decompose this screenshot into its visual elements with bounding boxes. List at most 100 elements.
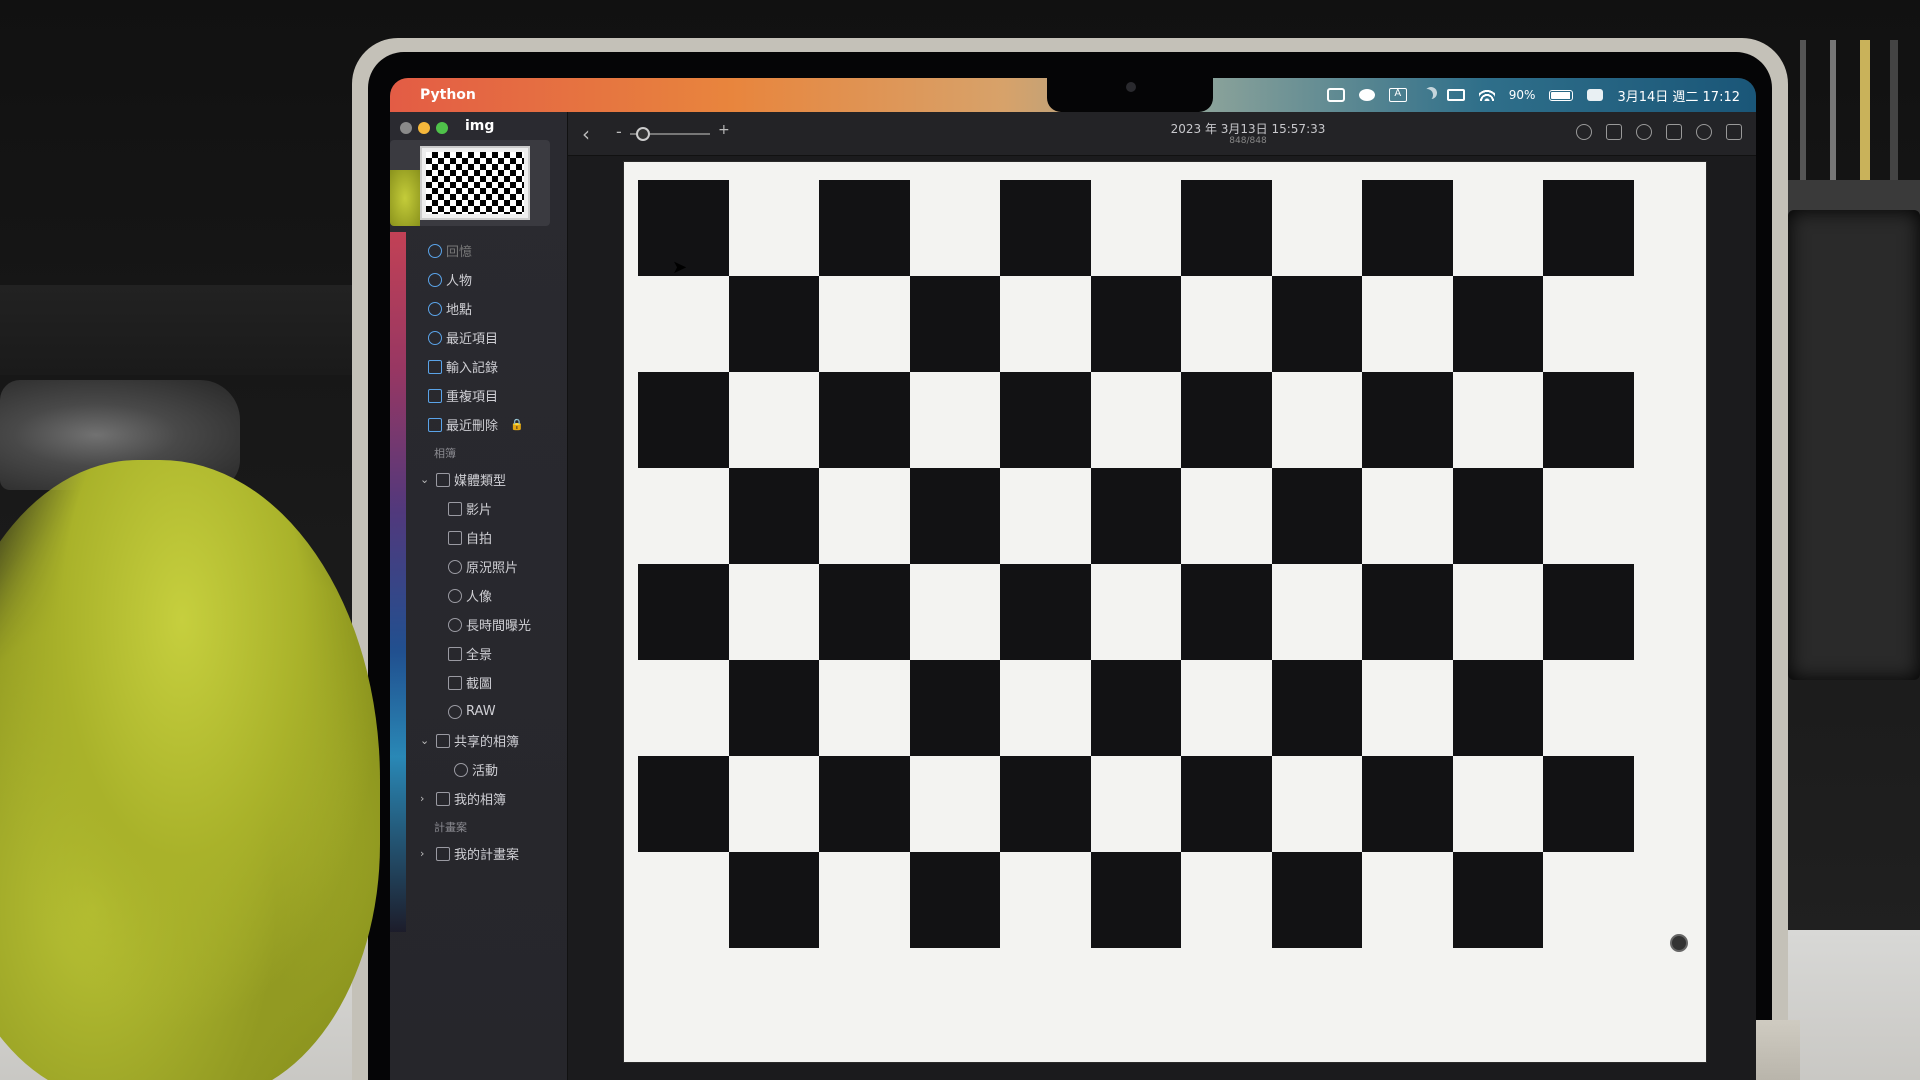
battery-icon[interactable] bbox=[1549, 89, 1574, 101]
menu-bar-clock[interactable]: 3月14日 週二 17:12 bbox=[1617, 86, 1740, 105]
control-center-icon[interactable] bbox=[1587, 89, 1604, 101]
checkerboard-square bbox=[819, 852, 910, 948]
sidebar-item-recently-deleted[interactable]: 最近刪除 🔒 bbox=[390, 410, 568, 439]
sidebar-item-selfies[interactable]: 自拍 bbox=[390, 523, 568, 552]
photo-count: 848/848 bbox=[1229, 136, 1267, 146]
close-button[interactable] bbox=[400, 122, 412, 134]
checkerboard-square bbox=[1271, 756, 1363, 852]
rotate-icon[interactable] bbox=[1666, 124, 1682, 140]
sidebar-folder-my-projects[interactable]: › 我的計畫案 bbox=[390, 839, 568, 868]
selfie-icon bbox=[448, 530, 462, 545]
sidebar-item-long-exposure[interactable]: 長時間曝光 bbox=[390, 610, 568, 639]
photo-viewer: ➤ bbox=[568, 156, 1756, 1080]
checkerboard-square bbox=[1000, 180, 1091, 276]
sidebar-item-panoramas[interactable]: 全景 bbox=[390, 639, 568, 668]
chevron-down-icon[interactable]: ⌄ bbox=[420, 473, 429, 486]
wechat-icon[interactable] bbox=[1358, 89, 1375, 101]
focus-moon-icon[interactable] bbox=[1421, 89, 1433, 101]
checkerboard-photo[interactable]: ➤ bbox=[624, 162, 1706, 1062]
shared-album-icon bbox=[436, 733, 450, 748]
checkerboard-square bbox=[819, 276, 910, 372]
wifi-icon[interactable] bbox=[1478, 89, 1495, 101]
checkerboard-square bbox=[728, 468, 820, 564]
app-menu-python[interactable]: Python bbox=[420, 87, 476, 103]
checkerboard-square bbox=[728, 564, 820, 660]
zoom-button[interactable] bbox=[436, 122, 448, 134]
checkerboard-square bbox=[1181, 564, 1272, 660]
checkerboard-square bbox=[1181, 468, 1272, 564]
back-button[interactable]: ‹ bbox=[582, 122, 590, 146]
calendar-icon[interactable] bbox=[1326, 88, 1345, 102]
checkerboard-square bbox=[1362, 372, 1453, 468]
sidebar-item-activity[interactable]: 活動 bbox=[390, 755, 568, 784]
sidebar-item-portrait[interactable]: 人像 bbox=[390, 581, 568, 610]
sidebar-item-live-photos[interactable]: 原況照片 bbox=[390, 552, 568, 581]
sidebar-folder-shared-albums[interactable]: ⌄ 共享的相簿 bbox=[390, 726, 568, 755]
checkerboard-square bbox=[1000, 564, 1091, 660]
minimize-button[interactable] bbox=[418, 122, 430, 134]
favorite-heart-icon[interactable] bbox=[1636, 124, 1652, 140]
background-box bbox=[1788, 210, 1920, 680]
sidebar-item-recents[interactable]: 最近項目 bbox=[390, 323, 568, 352]
checkerboard-square bbox=[909, 564, 1001, 660]
sidebar-item-duplicates[interactable]: 重複項目 bbox=[390, 381, 568, 410]
live-photo-badge-icon[interactable] bbox=[1670, 934, 1688, 952]
checkerboard-square bbox=[1090, 372, 1182, 468]
checkerboard-square bbox=[1090, 660, 1182, 756]
sidebar-folder-media-types[interactable]: ⌄ 媒體類型 bbox=[390, 465, 568, 494]
checkerboard-square bbox=[1362, 468, 1453, 564]
duplicates-icon bbox=[428, 388, 442, 403]
checkerboard-square bbox=[638, 852, 729, 948]
edit-button[interactable] bbox=[1726, 124, 1742, 140]
checkerboard-square bbox=[638, 276, 729, 372]
checkerboard-square bbox=[1271, 276, 1363, 372]
checkerboard-square bbox=[909, 660, 1001, 756]
thumbnail-preview[interactable] bbox=[390, 140, 550, 226]
people-icon bbox=[428, 272, 442, 287]
sidebar-item-places[interactable]: 地點 bbox=[390, 294, 568, 323]
zoom-out-button[interactable]: - bbox=[616, 122, 622, 141]
checkerboard-square bbox=[1090, 468, 1182, 564]
laptop-screen: Python A 90% 3月14日 週二 17:12 img 回憶 人物 地點… bbox=[390, 78, 1756, 1080]
sidebar-item-imports[interactable]: 輸入記錄 bbox=[390, 352, 568, 381]
checkerboard-square bbox=[1000, 852, 1091, 948]
share-icon[interactable] bbox=[1606, 124, 1622, 140]
zoom-in-button[interactable]: + bbox=[718, 122, 730, 138]
checkerboard-square bbox=[1452, 468, 1544, 564]
folder-icon bbox=[436, 472, 450, 487]
zoom-slider-knob[interactable] bbox=[636, 127, 650, 141]
mouse-cursor-icon: ➤ bbox=[672, 257, 688, 278]
chevron-right-icon[interactable]: › bbox=[420, 792, 424, 805]
sidebar-item-people[interactable]: 人物 bbox=[390, 265, 568, 294]
checkerboard-square bbox=[1543, 852, 1634, 948]
checkerboard-square bbox=[1362, 756, 1453, 852]
checkerboard-square bbox=[1452, 180, 1544, 276]
background-tools bbox=[1790, 40, 1920, 190]
auto-enhance-icon[interactable] bbox=[1696, 124, 1712, 140]
checkerboard-square bbox=[728, 276, 820, 372]
sidebar-item-videos[interactable]: 影片 bbox=[390, 494, 568, 523]
input-method-icon[interactable]: A bbox=[1388, 88, 1407, 102]
video-icon bbox=[448, 501, 462, 516]
checkerboard-square bbox=[909, 276, 1001, 372]
sidebar-item-memories[interactable]: 回憶 bbox=[390, 236, 568, 265]
window-title: img bbox=[465, 118, 495, 134]
checkerboard-square bbox=[909, 180, 1001, 276]
sidebar-folder-my-albums[interactable]: › 我的相簿 bbox=[390, 784, 568, 813]
checkerboard-square bbox=[1000, 276, 1091, 372]
display-icon[interactable] bbox=[1446, 89, 1465, 101]
checkerboard-square bbox=[819, 468, 910, 564]
sidebar-item-screenshots[interactable]: 截圖 bbox=[390, 668, 568, 697]
checkerboard-square bbox=[1000, 468, 1091, 564]
sidebar-item-raw[interactable]: RAW bbox=[390, 697, 568, 726]
info-icon[interactable] bbox=[1576, 124, 1592, 140]
live-photo-icon bbox=[448, 559, 462, 574]
chevron-right-icon[interactable]: › bbox=[420, 847, 424, 860]
viewer-toolbar: ‹ - + 2023 年 3月13日 15:57:33 848/848 bbox=[568, 112, 1756, 156]
portrait-icon bbox=[448, 588, 462, 603]
checkerboard-square bbox=[819, 180, 910, 276]
checkerboard-square bbox=[1543, 756, 1634, 852]
checkerboard-square bbox=[728, 660, 820, 756]
chevron-down-icon[interactable]: ⌄ bbox=[420, 734, 429, 747]
checkerboard-square bbox=[1452, 564, 1544, 660]
